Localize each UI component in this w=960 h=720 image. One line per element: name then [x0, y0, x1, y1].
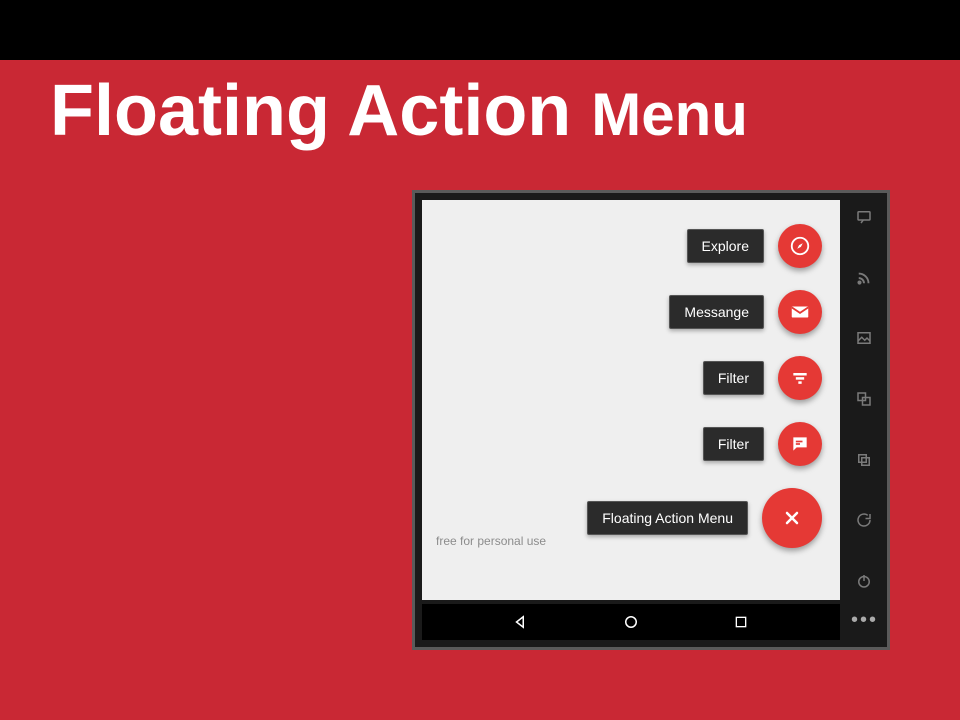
title-word-3: Menu — [591, 81, 748, 148]
compass-icon[interactable] — [778, 224, 822, 268]
fab-label: Messange — [669, 295, 764, 329]
rss-icon[interactable] — [853, 267, 875, 289]
duplicate-icon[interactable] — [853, 449, 875, 471]
fab-label: Filter — [703, 361, 764, 395]
overlap-icon[interactable] — [853, 388, 875, 410]
more-icon[interactable]: ••• — [851, 609, 878, 632]
fab-menu: Explore Messange — [587, 224, 822, 548]
chat-icon[interactable] — [778, 422, 822, 466]
title-word-2: Action — [347, 71, 571, 151]
fab-label: Explore — [687, 229, 764, 263]
picture-icon[interactable] — [853, 327, 875, 349]
fab-item-chat[interactable]: Filter — [703, 422, 822, 466]
fab-main-label: Floating Action Menu — [587, 501, 748, 535]
power-icon[interactable] — [853, 570, 875, 592]
slide-background: Floating Action Menu Explore Messange — [0, 60, 960, 720]
sms-icon[interactable] — [853, 206, 875, 228]
title-word-1: Floating — [50, 71, 330, 151]
filter-icon[interactable] — [778, 356, 822, 400]
mail-icon[interactable] — [778, 290, 822, 334]
recents-icon[interactable] — [730, 611, 752, 633]
fab-label: Filter — [703, 427, 764, 461]
fab-main-row[interactable]: Floating Action Menu — [587, 488, 822, 548]
page-title: Floating Action Menu — [50, 70, 910, 152]
home-icon[interactable] — [620, 611, 642, 633]
watermark-text: free for personal use — [436, 534, 546, 548]
device-frame: Explore Messange — [412, 190, 890, 650]
fab-item-explore[interactable]: Explore — [687, 224, 822, 268]
back-icon[interactable] — [510, 611, 532, 633]
device-screen: Explore Messange — [422, 200, 840, 600]
rotate-icon[interactable] — [853, 509, 875, 531]
close-icon[interactable] — [762, 488, 822, 548]
tool-sidebar — [846, 200, 882, 600]
fab-item-filter[interactable]: Filter — [703, 356, 822, 400]
fab-item-message[interactable]: Messange — [669, 290, 822, 334]
android-navbar — [422, 604, 840, 640]
